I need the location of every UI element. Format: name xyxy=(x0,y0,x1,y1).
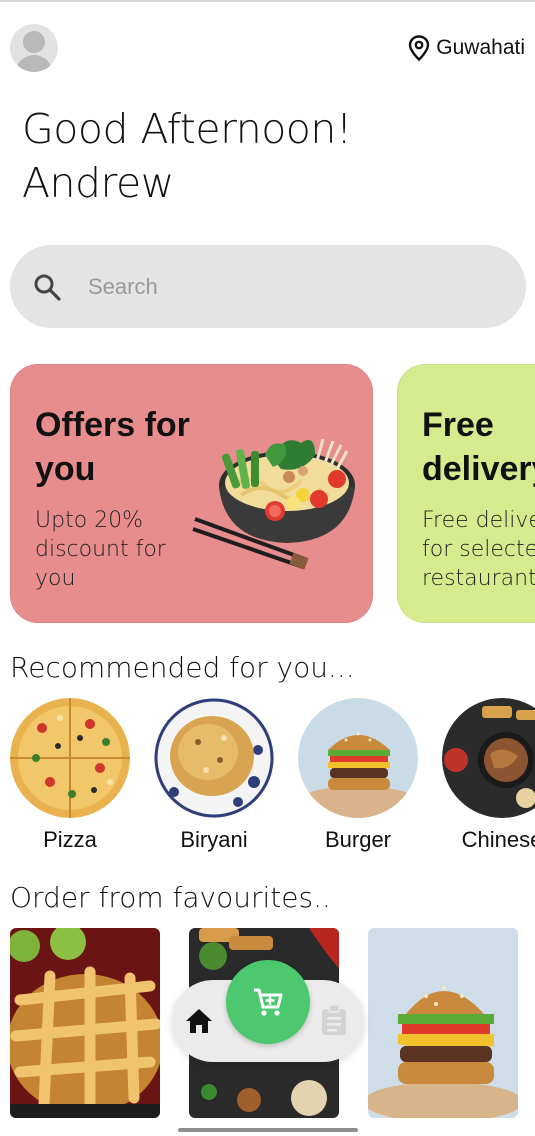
pizza-image xyxy=(10,698,130,818)
favourites-heading: Order from favourites.. xyxy=(10,881,331,914)
location-label: Guwahati xyxy=(436,36,525,59)
map-pin-icon xyxy=(409,35,430,61)
cart-icon xyxy=(254,988,283,1016)
offers-carousel[interactable]: Offers for you Upto 20% discount for you xyxy=(0,364,535,624)
offer-card[interactable]: Offers for you Upto 20% discount for you xyxy=(10,364,373,623)
user-avatar-icon[interactable] xyxy=(10,24,58,72)
search-input[interactable] xyxy=(88,273,468,300)
offer-subtitle: Upto 20% discount for you xyxy=(35,508,166,591)
greeting: Good Afternoon! Andrew xyxy=(22,102,352,210)
offer-title: Free delivery xyxy=(422,406,535,488)
recommended-list[interactable]: Pizza Biryani Burger Chinese xyxy=(0,698,535,858)
location-selector[interactable]: Guwahati xyxy=(408,32,525,64)
chinese-food-image xyxy=(442,698,535,818)
free-delivery-card[interactable]: Free delivery Free delivery for selected… xyxy=(397,364,535,623)
offer-title: Offers for you xyxy=(35,406,190,488)
category-label: Pizza xyxy=(43,827,97,852)
burger-image[interactable] xyxy=(368,928,518,1118)
category-pizza[interactable]: Pizza xyxy=(10,698,130,853)
home-icon[interactable] xyxy=(184,1006,214,1036)
offer-subtitle: Free delivery for selected restaurants xyxy=(422,508,535,591)
user-name: Andrew xyxy=(22,159,174,207)
greeting-text: Good Afternoon! xyxy=(22,105,352,153)
category-biryani[interactable]: Biryani xyxy=(154,698,274,853)
category-label: Burger xyxy=(324,827,392,852)
clipboard-icon[interactable] xyxy=(320,1004,348,1036)
pie-image[interactable] xyxy=(10,928,160,1118)
category-burger[interactable]: Burger xyxy=(298,698,418,853)
status-divider xyxy=(0,0,535,2)
recommended-heading: Recommended for you... xyxy=(10,651,355,684)
category-label: Biryani xyxy=(180,827,248,852)
search-icon xyxy=(34,274,61,301)
search-bar[interactable] xyxy=(10,245,526,328)
noodle-bowl-image xyxy=(192,438,355,570)
cart-button[interactable] xyxy=(226,960,310,1044)
gesture-home-indicator[interactable] xyxy=(178,1128,358,1132)
category-label: Chinese xyxy=(461,827,535,852)
burger-image xyxy=(298,698,418,818)
category-chinese[interactable]: Chinese xyxy=(442,698,535,853)
biryani-image xyxy=(154,698,274,818)
